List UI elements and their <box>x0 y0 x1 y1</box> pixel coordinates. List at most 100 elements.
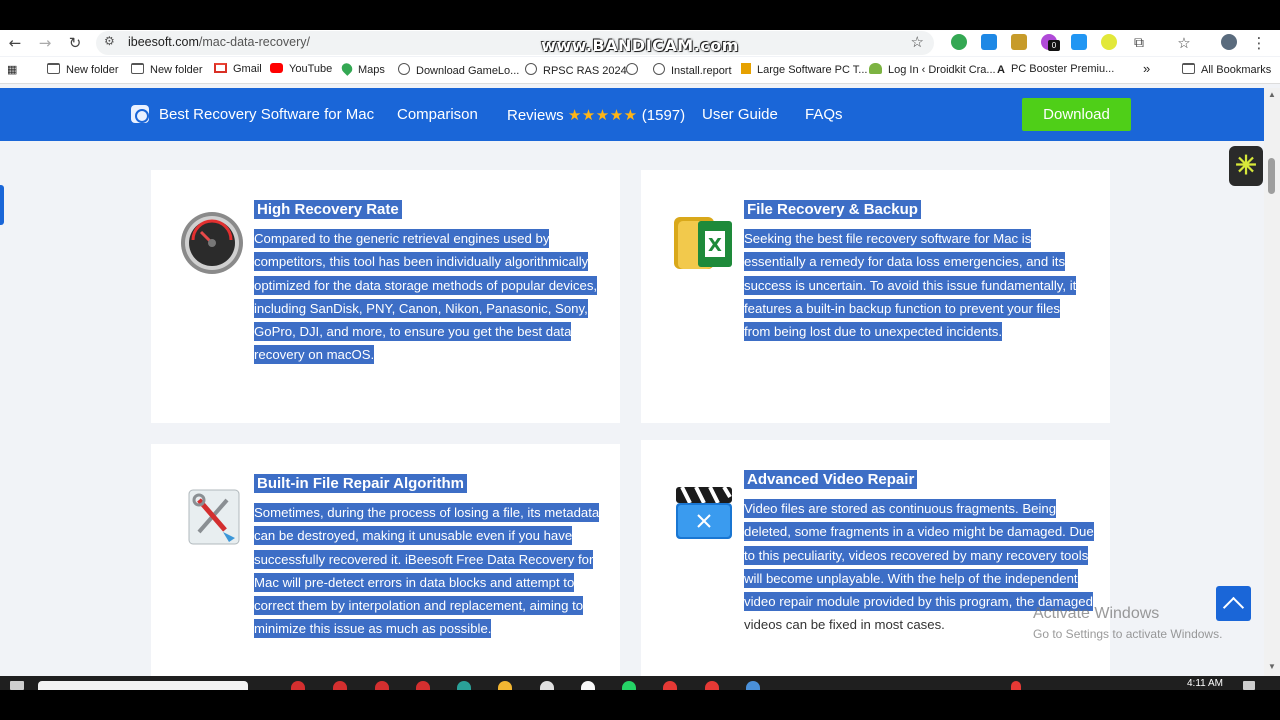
more-bookmarks-button[interactable]: » <box>1143 61 1150 76</box>
bookmark-label: Gmail <box>233 63 262 75</box>
globe-icon <box>398 63 410 75</box>
feature-title-text: Built-in File Repair Algorithm <box>254 474 467 493</box>
bookmark-item[interactable]: Download GameLo... <box>398 63 519 77</box>
scroll-thumb[interactable] <box>1268 158 1275 194</box>
bookmark-label: Log In ‹ Droidkit Cra... <box>888 64 996 76</box>
bookmark-item[interactable]: RPSC RAS 2024 <box>525 63 627 77</box>
back-to-top-button[interactable] <box>1216 586 1251 621</box>
extension-icon[interactable] <box>951 34 967 50</box>
floating-widget[interactable]: ✳ <box>1229 146 1263 186</box>
feature-title-text: High Recovery Rate <box>254 200 402 219</box>
feature-description-text: Sometimes, during the process of losing … <box>254 503 600 639</box>
bookmark-label: Large Software PC T... <box>757 64 868 76</box>
bookmark-sep-icon <box>626 63 644 77</box>
svg-text:X: X <box>708 235 722 256</box>
gmail-icon <box>214 63 227 73</box>
bookmark-item[interactable]: New folder <box>131 63 203 76</box>
reload-icon[interactable]: ↻ <box>64 32 86 54</box>
extension-icon[interactable] <box>1071 34 1087 50</box>
android-icon <box>869 63 882 74</box>
nav-comparison-link[interactable]: Comparison <box>397 106 478 123</box>
youtube-icon <box>270 63 283 73</box>
bookmark-item[interactable]: A PC Booster Premiu... <box>997 63 1114 76</box>
taskbar-chrome-icon[interactable] <box>581 681 595 690</box>
extensions-puzzle-icon[interactable]: ⧉ <box>1128 32 1150 54</box>
taskbar-app-icon[interactable] <box>416 681 430 690</box>
start-icon[interactable] <box>10 681 24 690</box>
feature-title: High Recovery Rate <box>254 200 594 220</box>
nav-brand-link[interactable]: Best Recovery Software for Mac <box>159 106 374 123</box>
url-text[interactable]: ibeesoft.com/mac-data-recovery/ <box>128 35 310 49</box>
a-icon: A <box>997 64 1005 76</box>
nav-user-guide-link[interactable]: User Guide <box>702 106 778 123</box>
bookmark-item[interactable]: Maps <box>339 61 385 76</box>
globe-icon <box>525 63 537 75</box>
feature-title-text: Advanced Video Repair <box>744 470 918 489</box>
taskbar-search-box[interactable] <box>38 681 248 690</box>
tray-icon[interactable] <box>1011 681 1021 690</box>
apps-grid-icon[interactable]: ▦ <box>7 63 17 76</box>
feature-description-rest: videos can be fixed in most cases. <box>744 617 945 633</box>
scroll-up-icon[interactable]: ▲ <box>1268 90 1276 99</box>
review-count: (1597) <box>641 107 686 124</box>
feature-description-text: Seeking the best file recovery software … <box>744 229 1077 342</box>
profile-avatar[interactable] <box>1221 34 1237 50</box>
site-info-icon[interactable]: ⚙ <box>104 34 115 48</box>
taskbar-app-icon[interactable] <box>705 681 719 690</box>
forward-icon[interactable]: → <box>34 32 56 54</box>
features-section: High Recovery Rate Compared to the gener… <box>0 141 1264 676</box>
taskbar-app-icon[interactable] <box>333 681 347 690</box>
brand-logo-icon[interactable] <box>131 105 149 123</box>
bookmark-label: YouTube <box>289 63 333 75</box>
notification-icon[interactable] <box>1243 681 1255 690</box>
taskbar-app-icon[interactable] <box>375 681 389 690</box>
feature-description-selected: Video files are stored as continuous fra… <box>744 499 1094 612</box>
bookmark-label: Install.report <box>671 65 732 77</box>
taskbar-whatsapp-icon[interactable] <box>622 681 636 690</box>
bookmark-label: New folder <box>150 64 203 76</box>
bookmark-item[interactable]: Log In ‹ Droidkit Cra... <box>869 63 996 76</box>
feature-title-text: File Recovery & Backup <box>744 200 921 219</box>
taskbar-folder-icon[interactable] <box>498 681 512 690</box>
extension-icon[interactable] <box>1011 34 1027 50</box>
maps-icon <box>339 61 355 76</box>
side-tab[interactable] <box>0 185 4 225</box>
taskbar-app-icon[interactable] <box>746 681 760 690</box>
bookmark-item[interactable]: Install.report <box>653 63 732 77</box>
nav-faqs-link[interactable]: FAQs <box>805 106 843 123</box>
address-bar[interactable]: ⚙ ibeesoft.com/mac-data-recovery/ ☆ <box>96 31 934 55</box>
extension-icon[interactable] <box>1101 34 1117 50</box>
repair-tools-icon <box>188 489 240 545</box>
feature-card: Built-in File Repair Algorithm Sometimes… <box>151 444 620 676</box>
taskbar-app-icon[interactable] <box>540 681 554 690</box>
top-letterbox <box>0 0 1280 30</box>
feature-card: High Recovery Rate Compared to the gener… <box>151 170 620 423</box>
bookmark-item[interactable]: Large Software PC T... <box>741 63 867 76</box>
bookmark-item[interactable]: New folder <box>47 63 119 76</box>
taskbar-app-icon[interactable] <box>663 681 677 690</box>
nav-reviews-link[interactable]: Reviews ★★★★★ (1597) <box>507 106 685 124</box>
bookmark-star-icon[interactable]: ☆ <box>911 33 924 51</box>
taskbar-app-icon[interactable] <box>457 681 471 690</box>
asterisk-icon: ✳ <box>1235 150 1257 180</box>
scroll-down-icon[interactable]: ▼ <box>1268 662 1276 671</box>
rating-stars-icon: ★★★★★ <box>567 107 638 124</box>
bookmarks-star-icon[interactable]: ☆ <box>1173 32 1195 54</box>
site-nav-bar: Best Recovery Software for Mac Compariso… <box>0 88 1264 141</box>
feature-title: Built-in File Repair Algorithm <box>254 474 594 494</box>
feature-description: Compared to the generic retrieval engine… <box>254 227 602 367</box>
bookmark-label: New folder <box>66 64 119 76</box>
browser-toolbar: ← → ↻ ⚙ ibeesoft.com/mac-data-recovery/ … <box>0 30 1280 56</box>
all-bookmarks-button[interactable]: All Bookmarks <box>1182 63 1271 76</box>
feature-description-text: Compared to the generic retrieval engine… <box>254 229 598 365</box>
back-icon[interactable]: ← <box>4 32 26 54</box>
page-scrollbar[interactable]: ▲ ▼ <box>1264 88 1280 676</box>
bookmark-item[interactable]: Gmail <box>214 63 262 75</box>
windows-taskbar: 4:11 AM <box>0 676 1280 690</box>
download-button[interactable]: Download <box>1022 98 1131 131</box>
extension-icon[interactable] <box>981 34 997 50</box>
taskbar-clock[interactable]: 4:11 AM <box>1187 678 1223 689</box>
menu-kebab-icon[interactable]: ⋮ <box>1248 32 1270 54</box>
bookmark-item[interactable]: YouTube <box>270 63 332 75</box>
taskbar-app-icon[interactable] <box>291 681 305 690</box>
